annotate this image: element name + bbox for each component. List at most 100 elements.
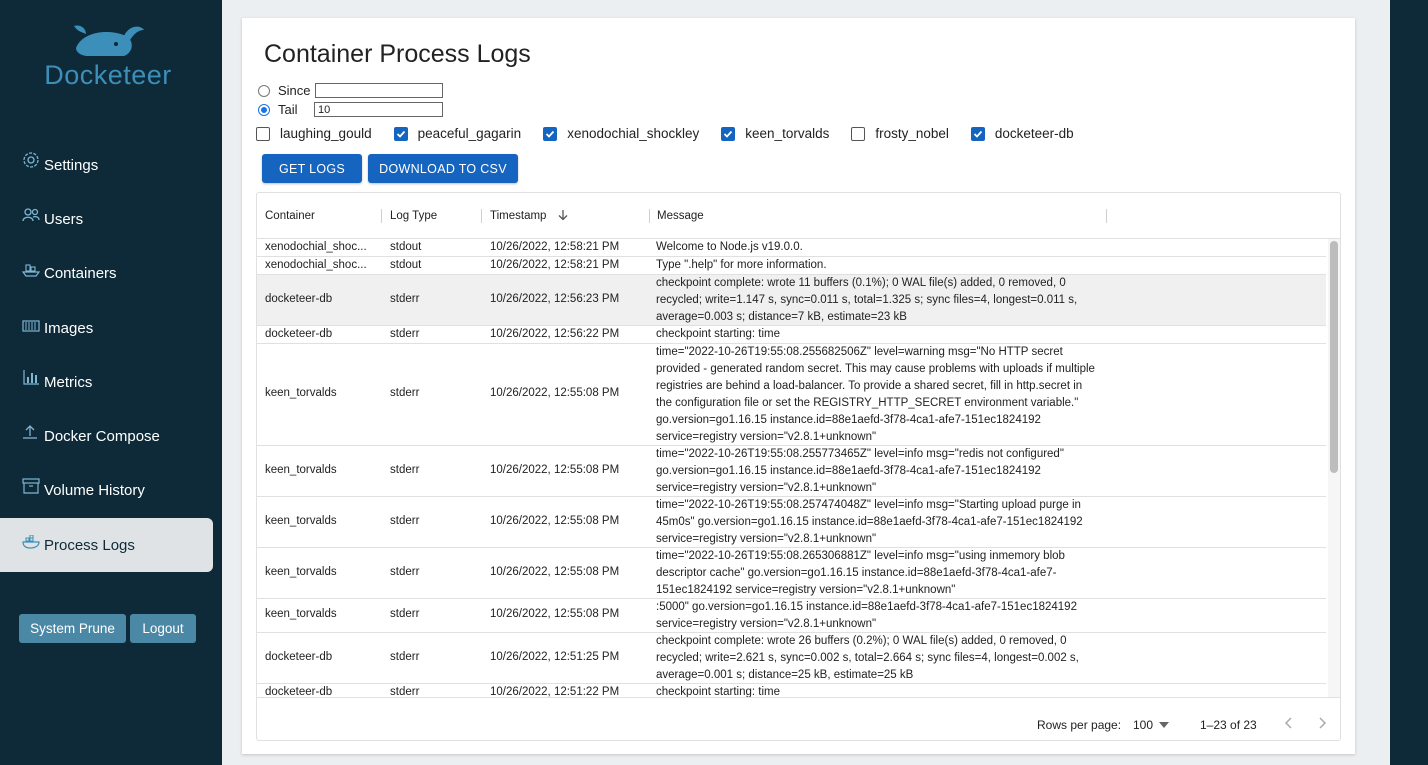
window-edge xyxy=(1390,0,1428,765)
sidebar-item-containers[interactable]: Containers xyxy=(0,246,213,300)
container-checkbox-list: laughing_gould peaceful_gagarin xenodoch… xyxy=(256,126,1096,141)
cell-logtype: stderr xyxy=(390,464,420,476)
column-separator[interactable] xyxy=(649,209,650,223)
caret-down-icon xyxy=(1159,722,1170,728)
table-row[interactable]: keen_torvalds stderr 10/26/2022, 12:55:0… xyxy=(257,548,1326,599)
check-icon xyxy=(396,130,405,138)
cell-container: xenodochial_shoc... xyxy=(265,259,367,271)
sidebar-item-docker-compose[interactable]: Docker Compose xyxy=(0,409,213,463)
cell-container: keen_torvalds xyxy=(265,464,337,476)
cell-logtype: stderr xyxy=(390,387,420,399)
logs-table: Container Log Type Timestamp Message xen… xyxy=(256,192,1341,741)
tail-option[interactable]: Tail xyxy=(258,102,298,117)
table-row[interactable]: keen_torvalds stderr 10/26/2022, 12:55:0… xyxy=(257,599,1326,633)
column-header-timestamp[interactable]: Timestamp xyxy=(490,210,546,222)
arrow-down-icon[interactable] xyxy=(557,209,569,224)
cell-message: time="2022-10-26T19:55:08.255773465Z" le… xyxy=(656,448,1064,494)
rows-per-page-select[interactable]: 100 xyxy=(1133,718,1170,732)
cell-logtype: stderr xyxy=(390,293,420,305)
column-separator[interactable] xyxy=(1106,209,1107,223)
cell-logtype: stdout xyxy=(390,259,422,271)
get-logs-button[interactable]: GET LOGS xyxy=(262,154,362,183)
cell-message: time="2022-10-26T19:55:08.257474048Z" le… xyxy=(656,499,1083,545)
scrollbar-thumb[interactable] xyxy=(1330,241,1338,473)
tail-radio[interactable] xyxy=(258,103,270,116)
sidebar-item-metrics[interactable]: Metrics xyxy=(0,355,213,409)
table-row[interactable]: xenodochial_shoc... stdout 10/26/2022, 1… xyxy=(257,239,1326,257)
cell-logtype: stdout xyxy=(390,241,422,253)
pagination-range: 1–23 of 23 xyxy=(1200,718,1257,732)
sidebar-item-volume-history[interactable]: Volume History xyxy=(0,463,213,517)
rows-per-page-value: 100 xyxy=(1133,718,1154,732)
sidebar-item-process-logs[interactable]: Process Logs xyxy=(0,518,213,572)
cell-timestamp: 10/26/2022, 12:55:08 PM xyxy=(490,387,620,399)
cell-timestamp: 10/26/2022, 12:55:08 PM xyxy=(490,566,620,578)
container-checkbox-frosty-nobel[interactable]: frosty_nobel xyxy=(851,126,949,141)
table-row[interactable]: docketeer-db stderr 10/26/2022, 12:56:23… xyxy=(257,275,1326,326)
table-row[interactable]: keen_torvalds stderr 10/26/2022, 12:55:0… xyxy=(257,497,1326,548)
cell-timestamp: 10/26/2022, 12:55:08 PM xyxy=(490,608,620,620)
column-separator[interactable] xyxy=(481,209,482,223)
table-header: Container Log Type Timestamp Message xyxy=(257,193,1340,239)
container-checkbox-docketeer-db[interactable]: docketeer-db xyxy=(970,126,1074,141)
sidebar-item-label: Process Logs xyxy=(44,536,135,554)
container-checkbox-laughing-gould[interactable]: laughing_gould xyxy=(256,126,372,141)
check-icon xyxy=(724,130,733,138)
table-row[interactable]: keen_torvalds stderr 10/26/2022, 12:55:0… xyxy=(257,344,1326,446)
checkbox[interactable] xyxy=(970,126,985,141)
cell-timestamp: 10/26/2022, 12:58:21 PM xyxy=(490,259,620,271)
tail-input[interactable] xyxy=(314,102,443,117)
container-checkbox-peaceful-gagarin[interactable]: peaceful_gagarin xyxy=(393,126,521,141)
cell-timestamp: 10/26/2022, 12:56:22 PM xyxy=(490,328,620,340)
check-icon xyxy=(973,130,983,138)
checkbox[interactable] xyxy=(256,126,270,141)
cell-container: keen_torvalds xyxy=(265,566,337,578)
table-footer: Rows per page: 100 1–23 of 23 xyxy=(257,697,1340,740)
cell-message: checkpoint complete: wrote 11 buffers (0… xyxy=(656,277,1078,323)
table-row[interactable]: docketeer-db stderr 10/26/2022, 12:51:22… xyxy=(257,684,1326,697)
checkbox[interactable] xyxy=(543,126,558,141)
download-csv-button[interactable]: DOWNLOAD TO CSV xyxy=(368,154,518,183)
since-option[interactable]: Since xyxy=(258,83,311,98)
container-icon xyxy=(22,312,42,332)
column-header-logtype[interactable]: Log Type xyxy=(390,210,437,222)
system-prune-button[interactable]: System Prune xyxy=(19,614,126,643)
next-page-icon[interactable] xyxy=(1317,716,1327,733)
previous-page-icon[interactable] xyxy=(1284,716,1294,733)
cell-logtype: stderr xyxy=(390,515,420,527)
cell-message: Welcome to Node.js v19.0.0. xyxy=(656,241,803,253)
column-separator[interactable] xyxy=(381,209,382,223)
column-header-message[interactable]: Message xyxy=(657,210,704,222)
sidebar-item-images[interactable]: Images xyxy=(0,301,213,355)
sidebar-item-users[interactable]: Users xyxy=(0,192,213,246)
since-radio[interactable] xyxy=(258,84,270,97)
cell-message: Type ".help" for more information. xyxy=(656,259,827,271)
docketeer-logo[interactable]: Docketeer xyxy=(38,22,178,92)
cell-container: xenodochial_shoc... xyxy=(265,241,367,253)
tail-label: Tail xyxy=(278,102,298,117)
table-body: xenodochial_shoc... stdout 10/26/2022, 1… xyxy=(257,239,1326,697)
container-checkbox-xenodochial-shockley[interactable]: xenodochial_shockley xyxy=(543,126,699,141)
cell-message: checkpoint starting: time xyxy=(656,328,781,340)
checkbox-label: frosty_nobel xyxy=(875,126,949,141)
sidebar-item-settings[interactable]: Settings xyxy=(0,138,213,192)
container-checkbox-keen-torvalds[interactable]: keen_torvalds xyxy=(721,126,829,141)
checkbox-label: docketeer-db xyxy=(994,126,1074,141)
cell-logtype: stderr xyxy=(390,328,420,340)
checkbox[interactable] xyxy=(721,126,736,141)
table-row[interactable]: keen_torvalds stderr 10/26/2022, 12:55:0… xyxy=(257,446,1326,497)
checkbox[interactable] xyxy=(851,126,866,141)
column-header-container[interactable]: Container xyxy=(265,210,315,222)
table-row[interactable]: docketeer-db stderr 10/26/2022, 12:56:22… xyxy=(257,326,1326,344)
cell-container: keen_torvalds xyxy=(265,515,337,527)
checkbox-label: laughing_gould xyxy=(280,126,372,141)
table-row[interactable]: xenodochial_shoc... stdout 10/26/2022, 1… xyxy=(257,257,1326,275)
table-row[interactable]: docketeer-db stderr 10/26/2022, 12:51:25… xyxy=(257,633,1326,684)
since-input[interactable] xyxy=(315,83,443,98)
checkbox[interactable] xyxy=(393,126,408,141)
cell-timestamp: 10/26/2022, 12:55:08 PM xyxy=(490,464,620,476)
cell-container: docketeer-db xyxy=(265,293,333,305)
page-title: Container Process Logs xyxy=(264,40,531,68)
logout-button[interactable]: Logout xyxy=(130,614,196,643)
check-icon xyxy=(546,130,555,138)
